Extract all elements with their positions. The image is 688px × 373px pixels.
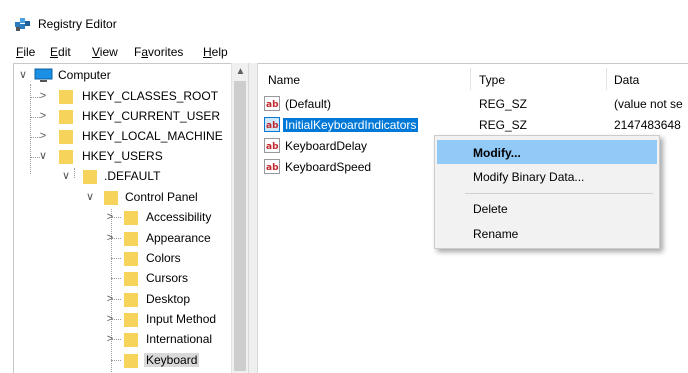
column-header-name[interactable]: Name [268, 73, 300, 87]
folder-open-icon [104, 191, 118, 205]
folder-icon [59, 150, 73, 164]
window-title: Registry Editor [38, 17, 117, 31]
svg-text:ab: ab [266, 142, 279, 152]
tree-item-label: Keyboard [144, 353, 200, 367]
tree-item-label: Control Panel [125, 190, 198, 204]
column-divider[interactable] [606, 68, 607, 90]
context-menu: Modify... Modify Binary Data... Delete R… [434, 135, 660, 249]
chevron-right-icon[interactable]: > [104, 332, 116, 346]
menu-bar: File Edit View Favorites Help [0, 40, 688, 62]
menu-item-delete[interactable]: Delete [437, 196, 657, 220]
folder-icon [124, 313, 138, 327]
menu-item-rename[interactable]: Rename [437, 221, 657, 245]
tree-item-label: HKEY_CURRENT_USER [82, 109, 221, 123]
menu-file[interactable]: File [16, 45, 35, 59]
tree-item-label: Appearance [146, 231, 211, 245]
list-item[interactable]: ab (Default) REG_SZ (value not se [258, 94, 688, 114]
chevron-right-icon[interactable]: > [104, 292, 116, 306]
folder-icon [59, 110, 73, 124]
tree-item-label: Desktop [146, 292, 191, 306]
value-type: REG_SZ [479, 97, 528, 111]
scroll-thumb[interactable] [234, 81, 246, 371]
tree-item-label: HKEY_CLASSES_ROOT [82, 89, 219, 103]
string-value-icon: ab [264, 138, 280, 153]
tree-item-label: Cursors [146, 271, 189, 285]
chevron-down-icon[interactable]: ∨ [37, 149, 49, 163]
tree-item-label: .DEFAULT [104, 169, 161, 183]
folder-icon [124, 232, 138, 246]
folder-icon [124, 272, 138, 286]
column-header-data[interactable]: Data [614, 73, 639, 87]
string-value-icon: ab [264, 159, 280, 174]
svg-text:ab: ab [266, 100, 279, 110]
folder-open-icon [124, 354, 138, 368]
value-name: InitialKeyboardIndicators [283, 118, 419, 132]
pane-splitter[interactable] [248, 63, 258, 373]
tree-scrollbar[interactable]: ▲ [231, 63, 248, 373]
menu-view[interactable]: View [92, 45, 118, 59]
chevron-right-icon[interactable]: > [37, 109, 49, 123]
menu-edit[interactable]: Edit [50, 45, 71, 59]
folder-icon [59, 130, 73, 144]
folder-icon [124, 333, 138, 347]
computer-icon [34, 68, 53, 82]
string-value-icon: ab [264, 96, 280, 111]
menu-help[interactable]: Help [203, 45, 228, 59]
folder-icon [59, 90, 73, 104]
chevron-down-icon[interactable]: ∨ [84, 190, 96, 204]
tree-item-label: International [146, 332, 213, 346]
tree-item-label: HKEY_LOCAL_MACHINE [82, 129, 223, 143]
folder-icon [124, 211, 138, 225]
key-tree[interactable]: ∨ Computer > HKEY_CLASSES_ROOT > HKEY_CU… [13, 63, 251, 373]
string-value-icon: ab [264, 117, 280, 132]
value-data: 2147483648 [614, 118, 681, 132]
tree-item-label: Colors [146, 251, 181, 265]
scroll-up-arrow-icon[interactable]: ▲ [232, 63, 249, 80]
value-data: (value not se [614, 97, 683, 111]
chevron-right-icon[interactable]: > [104, 210, 116, 224]
tree-item-label: Input Method [146, 312, 217, 326]
value-name: KeyboardDelay [285, 139, 368, 153]
menu-item-modify-binary-data[interactable]: Modify Binary Data... [437, 164, 657, 188]
chevron-down-icon[interactable]: ∨ [17, 68, 29, 82]
registry-editor-icon [15, 18, 30, 31]
value-type: REG_SZ [479, 118, 528, 132]
value-name: KeyboardSpeed [285, 160, 372, 174]
chevron-right-icon[interactable]: > [37, 129, 49, 143]
title-bar: Registry Editor [0, 0, 688, 40]
menu-item-modify[interactable]: Modify... [437, 140, 657, 164]
menu-favorites[interactable]: Favorites [134, 45, 183, 59]
column-header-type[interactable]: Type [479, 73, 505, 87]
tree-item-label: HKEY_USERS [82, 149, 163, 163]
menu-separator [465, 193, 653, 194]
svg-text:ab: ab [266, 163, 279, 173]
chevron-right-icon[interactable]: > [104, 231, 116, 245]
folder-icon [124, 293, 138, 307]
folder-open-icon [83, 170, 97, 184]
value-name: (Default) [285, 97, 332, 111]
chevron-right-icon[interactable]: > [104, 312, 116, 326]
list-item[interactable]: ab InitialKeyboardIndicators REG_SZ 2147… [258, 115, 688, 135]
chevron-right-icon[interactable]: > [37, 89, 49, 103]
tree-item-label: Computer [58, 68, 111, 82]
svg-text:ab: ab [266, 121, 279, 131]
tree-item-label: Accessibility [146, 210, 212, 224]
column-divider[interactable] [470, 68, 471, 90]
folder-icon [124, 252, 138, 266]
chevron-down-icon[interactable]: ∨ [60, 169, 72, 183]
